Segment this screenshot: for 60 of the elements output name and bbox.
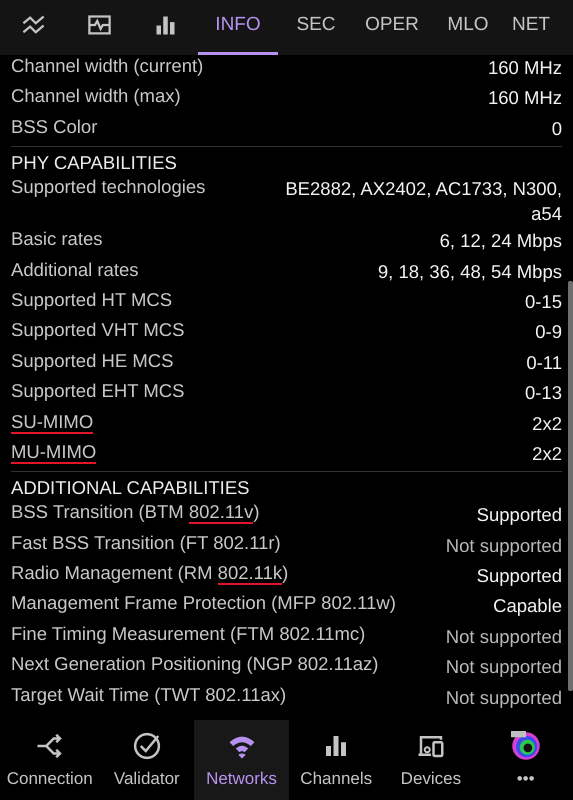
row-label: Supported technologies [11, 175, 206, 200]
row-label: Supported HT MCS [11, 288, 172, 312]
row-label: MU-MIMO [11, 440, 96, 464]
row-label: BSS Transition (BTM 802.11v) [11, 500, 260, 524]
nav-label: Networks [206, 769, 277, 789]
row-value: Not supported [446, 624, 562, 649]
row-value: 160 MHz [488, 86, 562, 110]
row-value: Supported [476, 564, 562, 588]
tab[interactable]: SEC [278, 0, 354, 55]
row-value: 0-13 [524, 381, 562, 406]
tab[interactable]: OPER [354, 0, 430, 55]
nav-label: ••• [516, 769, 535, 789]
nav-item[interactable]: Devices [384, 720, 478, 800]
row-value: Not supported [446, 686, 562, 710]
row-label: Basic rates [11, 227, 103, 252]
row-value: 2x2 [532, 442, 562, 466]
row-value: Not supported [446, 534, 562, 558]
nav-item[interactable]: Connection [0, 720, 100, 800]
nav-item[interactable]: Networks [194, 720, 289, 800]
row-label: Radio Management (RM 802.11k) [11, 561, 288, 586]
row-value: Supported [476, 503, 562, 528]
tab[interactable]: INFO [198, 0, 278, 55]
nav-item[interactable]: Channels [288, 720, 384, 800]
row-label: SU-MIMO [11, 410, 94, 434]
tab[interactable]: MLO [430, 0, 506, 55]
row-value: 0-11 [526, 350, 562, 375]
row-value: 0-9 [535, 320, 562, 344]
row-label: Management Frame Protection (MFP 802.11w) [11, 591, 396, 616]
row-label: Supported VHT MCS [11, 318, 184, 342]
row-label: Channel width (max) [11, 84, 181, 108]
row-label: Fine Timing Measurement (FTM 802.11mc) [11, 622, 366, 646]
row-label: Next Generation Positioning (NGP 802.11az) [11, 652, 378, 676]
nav-label: Validator [114, 769, 180, 789]
nav-item[interactable]: Validator [99, 720, 194, 800]
nav-label: Connection [6, 769, 93, 789]
scrollbar[interactable] [568, 281, 573, 691]
row-label: Supported HE MCS [11, 348, 174, 373]
row-label: BSS Color [11, 114, 98, 139]
section-heading: PHY CAPABILITIES [11, 151, 178, 174]
row-value: Capable [493, 594, 562, 618]
check-circle-icon [132, 731, 162, 761]
row-value: 0 [552, 116, 562, 141]
row-value: 9, 18, 36, 48, 54 Mbps [378, 260, 562, 284]
section-heading: ADDITIONAL CAPABILITIES [11, 476, 251, 500]
row-value: 6, 12, 24 Mbps [440, 229, 562, 254]
row-value: BE2882, AX2402, AC1733, N300, a54 [284, 177, 562, 226]
row-label: Channel width (current) [11, 55, 204, 78]
row-label: Supported EHT MCS [11, 379, 184, 404]
row-label: Additional rates [11, 258, 139, 282]
tab[interactable]: NET [506, 0, 573, 55]
nav-label: Devices [400, 769, 462, 789]
row-label: Target Wait Time (TWT 802.11ax) [11, 682, 286, 707]
row-value: 0-15 [524, 290, 562, 314]
row-label: Fast BSS Transition (FT 802.11r) [11, 530, 281, 555]
row-value: 2x2 [532, 412, 562, 436]
ring-logo-icon [510, 731, 541, 761]
row-value: Not supported [446, 655, 562, 680]
nav-item[interactable]: ••• [478, 720, 573, 800]
row-value: 160 MHz [488, 56, 562, 80]
nav-label: Channels [300, 769, 372, 789]
